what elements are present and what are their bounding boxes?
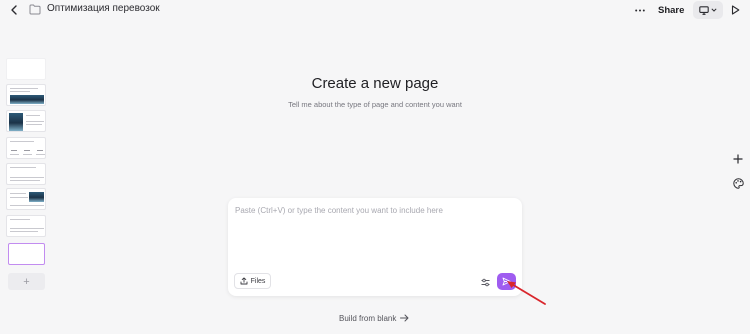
palette-icon — [732, 177, 744, 189]
back-button[interactable] — [8, 4, 20, 16]
upload-icon — [240, 277, 248, 285]
chevron-left-icon — [11, 5, 17, 15]
slide-thumbnail[interactable] — [6, 110, 46, 132]
device-preview-button[interactable] — [693, 1, 723, 19]
theme-button[interactable] — [732, 177, 744, 189]
build-from-blank-link[interactable]: Build from blank — [339, 312, 409, 324]
chevron-down-icon — [711, 8, 717, 12]
prompt-input[interactable] — [235, 206, 515, 266]
page-subheading: Tell me about the type of page and conte… — [288, 100, 462, 109]
slide-thumbnail[interactable] — [6, 163, 46, 185]
slide-thumbnail[interactable] — [6, 188, 46, 210]
page-heading: Create a new page — [311, 75, 439, 92]
files-button[interactable]: Files — [234, 273, 271, 289]
present-button[interactable] — [729, 4, 741, 16]
share-button[interactable]: Share — [658, 3, 684, 17]
plus-icon — [733, 154, 743, 164]
add-slide-button[interactable]: + — [8, 273, 45, 290]
document-title[interactable]: Оптимизация перевозок — [47, 3, 160, 14]
slide-thumbnail[interactable] — [6, 215, 46, 237]
slide-thumbnail-active[interactable] — [8, 243, 45, 265]
more-options-button[interactable] — [633, 4, 647, 16]
folder-icon — [29, 4, 41, 15]
prompt-composer: Files — [228, 198, 522, 296]
arrow-right-icon — [400, 314, 409, 322]
build-from-blank-label: Build from blank — [339, 313, 397, 323]
annotation-arrow-icon — [507, 281, 546, 305]
sliders-icon — [481, 278, 489, 286]
top-bar: Оптимизация перевозок Share — [0, 0, 750, 21]
prompt-settings-button[interactable] — [480, 277, 490, 287]
monitor-icon — [699, 5, 709, 15]
slide-thumbnail[interactable] — [6, 137, 46, 159]
files-label: Files — [250, 277, 266, 285]
add-block-button[interactable] — [732, 153, 744, 165]
more-horizontal-icon — [635, 9, 645, 11]
play-icon — [731, 5, 739, 15]
